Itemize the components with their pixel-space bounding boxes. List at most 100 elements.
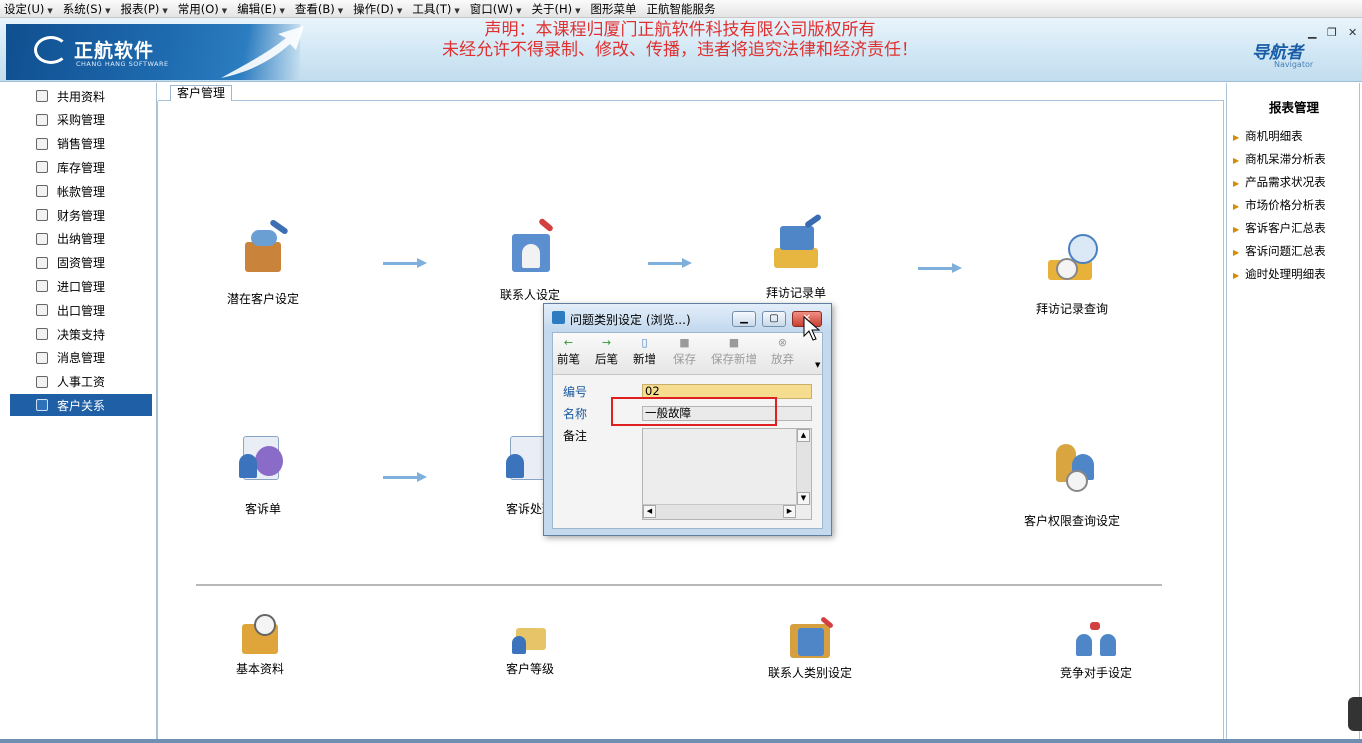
toolbar-button-label: 前笔 bbox=[557, 352, 580, 366]
menu-item-label: 关于 bbox=[531, 1, 555, 16]
tile-complaint[interactable]: 客诉单 bbox=[193, 432, 333, 517]
sidebar-item[interactable]: 人事工资 bbox=[10, 371, 152, 393]
status-strip bbox=[0, 739, 1362, 743]
dialog-toolbar: ← 前笔 → 后笔 ▯ 新增 ■ 保存 ■ 保存新增 ⊗ 放弃 bbox=[553, 333, 822, 375]
notice-line-1: 声明：本课程归厦门正航软件科技有限公司版权所有 bbox=[484, 20, 876, 40]
dialog-maximize-button[interactable]: ▢ bbox=[762, 311, 786, 327]
tile-basic-data[interactable]: 基本资料 bbox=[190, 612, 330, 677]
menu-item-key: (P) bbox=[143, 1, 160, 16]
logo: 正航软件 CHANG HANG SOFTWARE bbox=[6, 24, 304, 80]
menu-item[interactable]: 关于(H) ▼ bbox=[531, 1, 580, 17]
complaint-icon bbox=[233, 432, 293, 488]
tile-label: 基本资料 bbox=[235, 662, 284, 676]
sidebar-item[interactable]: 消息管理 bbox=[10, 347, 152, 369]
app-restore-button[interactable]: ❐ bbox=[1327, 26, 1337, 39]
toolbar-button[interactable]: → 后笔 bbox=[595, 337, 618, 367]
menu-item[interactable]: 编辑(E) ▼ bbox=[237, 1, 285, 17]
menu-item[interactable]: 窗口(W) ▼ bbox=[470, 1, 522, 17]
toolbar-button[interactable]: ← 前笔 bbox=[557, 337, 580, 367]
tile-visit-query[interactable]: 拜访记录查询 bbox=[1002, 232, 1142, 317]
report-link[interactable]: ▶ 客诉客户汇总表 bbox=[1233, 220, 1326, 236]
menu-item[interactable]: 设定(U) ▼ bbox=[4, 1, 53, 17]
module-icon bbox=[36, 328, 48, 340]
sidebar-item[interactable]: 出纳管理 bbox=[10, 228, 152, 250]
report-link-label: 客诉客户汇总表 bbox=[1245, 221, 1326, 235]
report-link[interactable]: ▶ 市场价格分析表 bbox=[1233, 197, 1326, 213]
dropdown-arrow-icon: ▼ bbox=[337, 6, 344, 15]
dialog-minimize-button[interactable]: ▁ bbox=[732, 311, 756, 327]
tile-visit-record[interactable]: 拜访记录单 bbox=[726, 213, 866, 301]
logo-subtitle: CHANG HANG SOFTWARE bbox=[76, 60, 169, 68]
menu-bar: 设定(U) ▼ 系统(S) ▼ 报表(P) ▼ 常用(O) ▼ 编辑(E) ▼ 查看(B) ▼ 操作(D… bbox=[0, 0, 1362, 18]
tile-label: 拜访记录查询 bbox=[1035, 302, 1108, 316]
app-minimize-button[interactable]: ▁ bbox=[1308, 26, 1316, 39]
scroll-up-icon[interactable]: ▲ bbox=[797, 429, 810, 442]
sidebar-item[interactable]: 固资管理 bbox=[10, 252, 152, 274]
menu-item[interactable]: 操作(D) ▼ bbox=[353, 1, 402, 17]
sidebar-item-label: 财务管理 bbox=[57, 208, 106, 223]
menu-item-label: 设定 bbox=[4, 1, 27, 16]
flow-arrow-icon bbox=[648, 258, 692, 268]
toolbar-button[interactable]: ▯ 新增 bbox=[633, 337, 656, 367]
module-sidebar: 共用资料 采购管理 销售管理 库存管理帐款管理财务管理出纳管理固资管理 进口管理 出口管理… bbox=[0, 83, 157, 743]
note-field[interactable]: ▲ ▼ ◀ ▶ bbox=[642, 428, 812, 520]
report-link[interactable]: ▶ 商机明细表 bbox=[1233, 128, 1303, 144]
report-link-label: 商机明细表 bbox=[1245, 129, 1303, 143]
scroll-left-icon[interactable]: ◀ bbox=[643, 505, 656, 518]
sidebar-item[interactable]: 销售管理 bbox=[10, 133, 152, 155]
tile-competitor[interactable]: 竞争对手设定 bbox=[1026, 620, 1166, 681]
note-horizontal-scrollbar[interactable]: ◀ ▶ bbox=[643, 504, 796, 519]
app-close-button[interactable]: ✕ bbox=[1348, 26, 1357, 39]
menu-item[interactable]: 系统(S) ▼ bbox=[63, 1, 111, 17]
menu-item-label: 报表 bbox=[120, 1, 144, 16]
sidebar-item[interactable]: 决策支持 bbox=[10, 323, 152, 345]
sidebar-item[interactable]: 帐款管理 bbox=[10, 180, 152, 202]
dialog-title: 问题类别设定 (浏览...) bbox=[570, 313, 691, 327]
sidebar-item[interactable]: 采购管理 bbox=[10, 109, 152, 131]
sidebar-item-label: 决策支持 bbox=[57, 327, 106, 342]
toolbar-button[interactable]: ■ 保存 bbox=[673, 337, 696, 367]
sidebar-item[interactable]: 库存管理 bbox=[10, 156, 152, 178]
menu-item[interactable]: 查看(B) ▼ bbox=[295, 1, 343, 17]
highlight-annotation bbox=[611, 397, 777, 426]
toolbar-button[interactable]: ⊗ 放弃 bbox=[771, 337, 794, 367]
menu-item[interactable]: 常用(O) ▼ bbox=[178, 1, 227, 17]
report-link-label: 商机呆滞分析表 bbox=[1245, 152, 1326, 166]
scroll-down-icon[interactable]: ▼ bbox=[797, 492, 810, 505]
tile-potential-customer[interactable]: 潜在客户设定 bbox=[193, 218, 333, 307]
menu-item[interactable]: 工具(T) ▼ bbox=[412, 1, 459, 17]
menu-item[interactable]: 报表(P) ▼ bbox=[120, 1, 167, 17]
menu-item[interactable]: 正航智能服务 bbox=[646, 1, 715, 17]
tab-customer-management[interactable]: 客户管理 bbox=[170, 85, 233, 102]
tile-customer-permission[interactable]: 客户权限查询设定 bbox=[1002, 440, 1142, 529]
report-link[interactable]: ▶ 产品需求状况表 bbox=[1233, 174, 1326, 190]
sidebar-item[interactable]: 共用资料 bbox=[10, 85, 152, 107]
report-link[interactable]: ▶ 商机呆滞分析表 bbox=[1233, 151, 1326, 167]
sidebar-item[interactable]: 进口管理 bbox=[10, 275, 152, 297]
toolbar-icon: ▯ bbox=[641, 336, 648, 349]
customer-permission-icon bbox=[1042, 440, 1102, 496]
tile-customer-level[interactable]: 客户等级 bbox=[460, 622, 600, 677]
section-divider bbox=[196, 584, 1162, 586]
tile-contact-category[interactable]: 联系人类别设定 bbox=[740, 616, 880, 681]
scroll-right-icon[interactable]: ▶ bbox=[783, 505, 796, 518]
sidebar-item[interactable]: 客户关系 bbox=[10, 394, 152, 417]
flow-arrow-icon bbox=[383, 472, 427, 482]
report-link[interactable]: ▶ 逾时处理明细表 bbox=[1233, 266, 1326, 282]
edge-handle-icon[interactable] bbox=[1348, 697, 1362, 731]
toolbar-button[interactable]: ■ 保存新增 bbox=[711, 337, 757, 367]
contact-setup-icon bbox=[500, 217, 560, 278]
bullet-icon: ▶ bbox=[1233, 133, 1240, 142]
tile-contact-setup[interactable]: 联系人设定 bbox=[460, 217, 600, 303]
toolbar-overflow-icon[interactable]: ▼ bbox=[815, 361, 820, 369]
menu-item[interactable]: 图形菜单 bbox=[590, 1, 636, 17]
sidebar-item-label: 出纳管理 bbox=[57, 232, 106, 247]
sidebar-item[interactable]: 财务管理 bbox=[10, 204, 152, 226]
dialog-titlebar[interactable]: 问题类别设定 (浏览...) ▁ ▢ ✕ bbox=[544, 304, 831, 332]
sidebar-item-label: 帐款管理 bbox=[57, 184, 106, 199]
report-link[interactable]: ▶ 客诉问题汇总表 bbox=[1233, 243, 1326, 259]
dropdown-arrow-icon: ▼ bbox=[105, 6, 111, 15]
note-vertical-scrollbar[interactable]: ▲ ▼ bbox=[796, 429, 811, 505]
bullet-icon: ▶ bbox=[1233, 202, 1240, 211]
sidebar-item[interactable]: 出口管理 bbox=[10, 299, 152, 321]
